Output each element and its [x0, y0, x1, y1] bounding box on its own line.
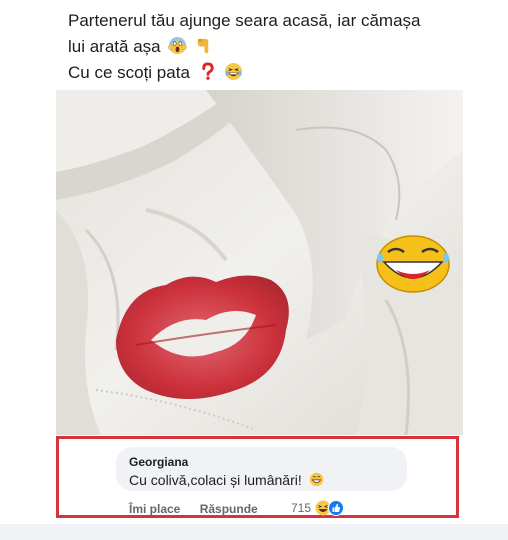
comment-text-content: Cu colivă,colaci și lumânări! [129, 472, 302, 488]
post-text-line-2: lui arată așa [68, 37, 161, 56]
reply-comment-button[interactable]: Răspunde [200, 502, 258, 516]
comment-text: Cu colivă,colaci și lumânări! [129, 472, 324, 488]
grinning-emoji-icon [309, 472, 323, 487]
comment-actions: Îmi place Răspunde [129, 502, 274, 516]
like-reaction-icon [328, 500, 345, 516]
post-photo[interactable] [56, 90, 463, 435]
post-text-line-1: Partenerul tău ajunge seara acasă, iar c… [68, 11, 421, 30]
laughing-emoji-icon [225, 62, 243, 81]
question-mark-emoji-icon [201, 62, 214, 80]
comment-author[interactable]: Georgiana [129, 455, 188, 469]
laughing-sticker-icon [376, 235, 450, 293]
reaction-count: 715 [291, 501, 312, 515]
pointing-down-emoji-icon [197, 38, 209, 54]
like-comment-button[interactable]: Îmi place [129, 502, 180, 516]
scream-emoji-icon [168, 36, 188, 55]
highlighted-comment: Georgiana Cu colivă,colaci și lumânări! … [56, 436, 459, 518]
post-text-line-3: Cu ce scoți pata [68, 63, 190, 82]
post-text: Partenerul tău ajunge seara acasă, iar c… [68, 8, 488, 86]
post-card: Partenerul tău ajunge seara acasă, iar c… [0, 0, 508, 524]
comment-reactions[interactable]: 715 [291, 500, 345, 516]
